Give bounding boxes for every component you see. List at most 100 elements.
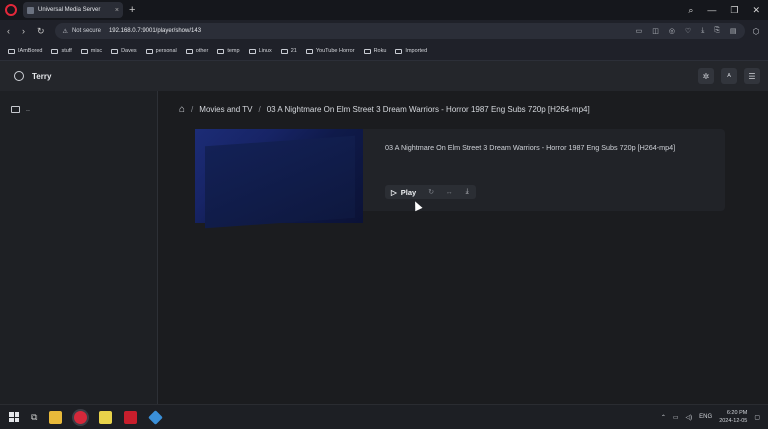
chevron-up-icon[interactable]: ⌃ <box>661 414 666 421</box>
play-label: Play <box>400 187 417 197</box>
volume-icon[interactable]: ◁) <box>686 414 693 421</box>
bookmark-folder[interactable]: temp <box>217 48 240 54</box>
reload-icon[interactable]: ↻ <box>37 26 45 37</box>
bookmark-label: 21 <box>290 48 297 54</box>
bookmark-label: temp <box>227 48 240 54</box>
main-content: ⌂ / Movies and TV / 03 A Nightmare On El… <box>159 91 768 404</box>
address-bar[interactable]: ⚠ Not secure 192.168.0.7:9001/player/sho… <box>54 23 745 39</box>
folder-icon <box>280 48 288 54</box>
clock-date: 2024-12-05 <box>719 418 748 424</box>
search-icon[interactable]: ⌕ <box>688 5 693 16</box>
language-indicator[interactable]: ENG <box>699 414 712 420</box>
folder-icon <box>80 48 88 54</box>
opera-logo-icon[interactable] <box>5 4 17 16</box>
tab-close-icon[interactable]: × <box>115 7 119 14</box>
forward-icon[interactable]: › <box>22 26 25 37</box>
bookmark-icon[interactable]: ⎘ <box>714 27 720 35</box>
opera-taskbar-icon[interactable] <box>74 410 88 424</box>
clock-time: 6:20 PM <box>726 410 748 416</box>
play-icon: ▷ <box>391 187 397 197</box>
windows-start-icon[interactable] <box>9 412 19 422</box>
notification-icon[interactable]: ▢ <box>754 414 760 421</box>
folder-icon <box>305 48 313 54</box>
extensions-icon[interactable]: ⬡ <box>753 27 760 36</box>
bookmark-folder[interactable]: stuff <box>51 48 72 54</box>
breadcrumb: ⌂ / Movies and TV / 03 A Nightmare On El… <box>179 104 590 115</box>
url-text[interactable]: 192.168.0.7:9001/player/show/143 <box>109 28 201 34</box>
menu-button[interactable]: ☰ <box>744 68 760 84</box>
user-icon[interactable] <box>14 71 24 81</box>
folder-icon <box>8 48 15 54</box>
sticky-notes-icon[interactable] <box>99 410 113 424</box>
vpn-icon[interactable]: ◎ <box>669 27 675 35</box>
bookmark-label: YouTube Horror <box>315 48 355 54</box>
security-label: Not secure <box>71 28 101 34</box>
sidebar: .. <box>0 91 158 404</box>
bookmark-label: other <box>195 48 209 54</box>
bookmark-label: Linux <box>258 48 272 54</box>
windows-taskbar: ⧉ ⌃ ▭ ◁) ENG 6:20 PM 2024-12-05 ▢ <box>0 404 768 429</box>
settings-gear-button[interactable]: ✲ <box>698 68 714 84</box>
close-icon[interactable]: ✕ <box>752 5 760 16</box>
heart-icon[interactable]: ♡ <box>685 27 691 35</box>
folder-icon <box>395 48 403 54</box>
warning-icon: ⚠ <box>62 28 68 35</box>
folder-icon <box>11 106 20 113</box>
address-bar-row: ‹ › ↻ ⚠ Not secure 192.168.0.7:9001/play… <box>0 20 768 42</box>
wallet-icon[interactable]: ▤ <box>730 27 737 35</box>
bookmark-label: misc <box>90 48 103 54</box>
tab-favicon-icon <box>27 6 34 14</box>
minimize-icon[interactable]: — <box>707 5 716 15</box>
bookmarks-bar: IAmBored stuff misc Daves personal other… <box>0 42 768 61</box>
breadcrumb-current: 03 A Nightmare On Elm Street 3 Dream War… <box>266 105 590 114</box>
play-button[interactable]: ▷ Play <box>385 185 422 199</box>
browser-tab-bar: Universal Media Server × + ⌕ — ❐ ✕ <box>0 0 768 20</box>
media-thumbnail[interactable] <box>195 129 363 229</box>
sidebar-item-parent-folder[interactable]: .. <box>11 106 30 113</box>
back-icon[interactable]: ‹ <box>7 26 10 37</box>
folder-icon <box>185 48 193 54</box>
home-icon[interactable]: ⌂ <box>179 104 185 115</box>
media-actions: ▷ Play ↻ ↔ ⤓ <box>385 185 477 199</box>
browser-tab[interactable]: Universal Media Server × <box>23 2 123 18</box>
bookmark-folder[interactable]: Linux <box>248 48 272 54</box>
media-app-icon[interactable] <box>124 410 138 424</box>
file-explorer-icon[interactable] <box>49 410 63 424</box>
task-view-icon[interactable]: ⧉ <box>31 412 37 423</box>
playlist-icon[interactable]: ↔ <box>440 185 458 199</box>
network-icon[interactable]: ▭ <box>673 414 679 421</box>
bookmark-folder[interactable]: Roku <box>363 48 386 54</box>
media-card: 03 A Nightmare On Elm Street 3 Dream War… <box>195 129 725 229</box>
folder-icon <box>248 48 256 54</box>
username[interactable]: Terry <box>32 72 51 81</box>
bookmark-folder[interactable]: IAmBored <box>8 48 42 54</box>
bookmark-folder[interactable]: misc <box>80 48 103 54</box>
bookmark-folder[interactable]: Daves <box>111 48 137 54</box>
bookmark-folder[interactable]: 21 <box>280 48 297 54</box>
download-icon[interactable]: ⤓ <box>701 27 704 35</box>
breadcrumb-movies-and-tv[interactable]: Movies and TV <box>199 105 252 114</box>
bookmark-folder[interactable]: other <box>185 48 209 54</box>
maximize-icon[interactable]: ❐ <box>730 5 738 16</box>
bookmark-label: stuff <box>61 48 72 54</box>
bookmark-folder[interactable]: personal <box>145 48 177 54</box>
clock[interactable]: 6:20 PM 2024-12-05 <box>719 409 747 425</box>
folder-icon <box>51 48 59 54</box>
bookmark-label: personal <box>155 48 177 54</box>
download-icon[interactable]: ⤓ <box>458 185 476 199</box>
camera-icon[interactable]: ◫ <box>652 27 659 35</box>
folder-icon <box>363 48 371 54</box>
app-icon[interactable] <box>148 409 164 425</box>
language-button[interactable]: ᴬ <box>721 68 737 84</box>
sidebar-item-label: .. <box>26 106 30 113</box>
gear-icon: ✲ <box>702 71 710 81</box>
folder-icon <box>145 48 153 54</box>
bookmark-folder[interactable]: YouTube Horror <box>305 48 355 54</box>
bookmark-folder[interactable]: Imported <box>395 48 427 54</box>
resume-icon[interactable]: ↻ <box>422 185 440 199</box>
breadcrumb-separator: / <box>191 105 194 114</box>
new-tab-button[interactable]: + <box>129 4 135 16</box>
cast-icon[interactable]: ▭ <box>636 27 643 35</box>
breadcrumb-separator: / <box>258 105 261 114</box>
bookmark-label: Imported <box>405 48 428 54</box>
